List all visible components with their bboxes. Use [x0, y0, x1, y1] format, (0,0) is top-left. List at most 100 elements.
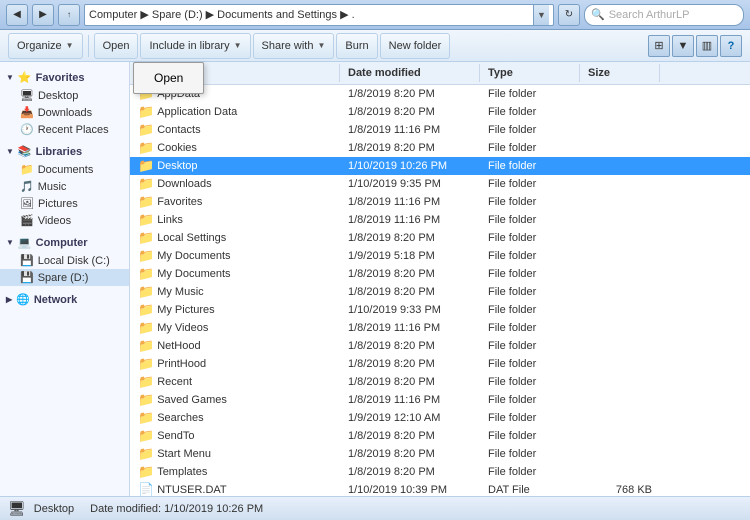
sidebar-documents-label: Documents [38, 164, 94, 176]
file-name-text: My Documents [157, 250, 230, 262]
file-cell-name: 📁 Cookies [130, 140, 340, 156]
file-name-text: Cookies [157, 142, 197, 154]
file-cell-name: 📁 Desktop [130, 158, 340, 174]
recent-places-icon: 🕐 [20, 123, 34, 136]
computer-label: Computer [36, 237, 88, 249]
sidebar-item-local-disk-c[interactable]: 💾 Local Disk (C:) [0, 252, 129, 269]
table-row[interactable]: 📁 My Documents 1/8/2019 8:20 PM File fol… [130, 265, 750, 283]
file-header: Name Date modified Type Size [130, 62, 750, 85]
network-icon: 🌐 [16, 293, 30, 306]
column-date-header[interactable]: Date modified [340, 64, 480, 82]
file-cell-date: 1/9/2019 5:18 PM [340, 250, 480, 262]
share-button[interactable]: Share with ▼ [253, 33, 335, 59]
file-cell-date: 1/8/2019 11:16 PM [340, 196, 480, 208]
table-row[interactable]: 📁 Recent 1/8/2019 8:20 PM File folder [130, 373, 750, 391]
up-button[interactable]: ↑ [58, 4, 80, 26]
sidebar-item-pictures[interactable]: 🖼 Pictures [0, 195, 129, 212]
file-cell-type: File folder [480, 214, 580, 226]
table-row[interactable]: 📁 Saved Games 1/8/2019 11:16 PM File fol… [130, 391, 750, 409]
file-name-text: SendTo [157, 430, 194, 442]
folder-icon: 📁 [138, 230, 154, 246]
help-button[interactable]: ? [720, 35, 742, 57]
table-row[interactable]: 📁 My Pictures 1/10/2019 9:33 PM File fol… [130, 301, 750, 319]
file-cell-type: File folder [480, 178, 580, 190]
column-type-header[interactable]: Type [480, 64, 580, 82]
file-cell-name: 📁 My Pictures [130, 302, 340, 318]
file-name-text: Local Settings [157, 232, 226, 244]
table-row[interactable]: 📁 My Music 1/8/2019 8:20 PM File folder [130, 283, 750, 301]
sidebar-local-disk-c-label: Local Disk (C:) [38, 255, 110, 267]
file-cell-name: 📁 My Music [130, 284, 340, 300]
organize-button[interactable]: Organize ▼ [8, 33, 83, 59]
address-dropdown[interactable]: ▼ [533, 5, 549, 25]
sidebar-item-spare-d[interactable]: 💾 Spare (D:) [0, 269, 129, 286]
back-button[interactable]: ◀ [6, 4, 28, 26]
file-cell-name: 📁 Recent [130, 374, 340, 390]
table-row[interactable]: 📁 SendTo 1/8/2019 8:20 PM File folder [130, 427, 750, 445]
table-row[interactable]: 📁 Searches 1/9/2019 12:10 AM File folder [130, 409, 750, 427]
favorites-collapse-icon: ▼ [6, 73, 14, 82]
open-button[interactable]: Open [94, 33, 139, 59]
table-row[interactable]: 📁 Favorites 1/8/2019 11:16 PM File folde… [130, 193, 750, 211]
table-row[interactable]: 📁 Templates 1/8/2019 8:20 PM File folder [130, 463, 750, 481]
spare-d-icon: 💾 [20, 271, 34, 284]
libraries-label: Libraries [36, 146, 82, 158]
file-cell-type: File folder [480, 124, 580, 136]
table-row[interactable]: 📁 Desktop 1/10/2019 10:26 PM File folder [130, 157, 750, 175]
sidebar-downloads-label: Downloads [38, 107, 92, 119]
file-cell-type: File folder [480, 268, 580, 280]
file-cell-name: 📁 My Videos [130, 320, 340, 336]
file-cell-date: 1/8/2019 8:20 PM [340, 358, 480, 370]
file-name-text: My Documents [157, 268, 230, 280]
view-dropdown-button[interactable]: ▼ [672, 35, 694, 57]
table-row[interactable]: 📁 AppData 1/8/2019 8:20 PM File folder [130, 85, 750, 103]
sidebar-item-recent-places[interactable]: 🕐 Recent Places [0, 121, 129, 138]
view-toggle-button[interactable]: ⊞ [648, 35, 670, 57]
open-popup-item[interactable]: Open [134, 67, 203, 89]
sidebar-item-music[interactable]: 🎵 Music [0, 178, 129, 195]
table-row[interactable]: 📁 My Documents 1/9/2019 5:18 PM File fol… [130, 247, 750, 265]
table-row[interactable]: 📁 Downloads 1/10/2019 9:35 PM File folde… [130, 175, 750, 193]
table-row[interactable]: 📁 Links 1/8/2019 11:16 PM File folder [130, 211, 750, 229]
videos-icon: 🎬 [20, 214, 34, 227]
desktop-icon: 🖥 [20, 89, 34, 102]
search-box[interactable]: 🔍 Search ArthurLP [584, 4, 744, 26]
new-folder-button[interactable]: New folder [380, 33, 451, 59]
table-row[interactable]: 📁 Start Menu 1/8/2019 8:20 PM File folde… [130, 445, 750, 463]
preview-pane-button[interactable]: ▥ [696, 35, 718, 57]
table-row[interactable]: 📄 NTUSER.DAT 1/10/2019 10:39 PM DAT File… [130, 481, 750, 496]
sidebar: ▼ ⭐ Favorites 🖥 Desktop 📥 Downloads 🕐 Re… [0, 62, 130, 496]
sidebar-spare-d-label: Spare (D:) [38, 272, 89, 284]
sidebar-libraries-header[interactable]: ▼ 📚 Libraries [0, 142, 129, 161]
folder-icon: 📁 [138, 140, 154, 156]
share-label: Share with [262, 40, 314, 52]
sidebar-computer-header[interactable]: ▼ 💻 Computer [0, 233, 129, 252]
sidebar-item-desktop[interactable]: 🖥 Desktop [0, 87, 129, 104]
file-cell-date: 1/10/2019 9:35 PM [340, 178, 480, 190]
refresh-button[interactable]: ↻ [558, 4, 580, 26]
table-row[interactable]: 📁 Local Settings 1/8/2019 8:20 PM File f… [130, 229, 750, 247]
file-name-text: Searches [157, 412, 203, 424]
table-row[interactable]: 📁 NetHood 1/8/2019 8:20 PM File folder [130, 337, 750, 355]
sidebar-item-documents[interactable]: 📁 Documents [0, 161, 129, 178]
burn-button[interactable]: Burn [336, 33, 377, 59]
table-row[interactable]: 📁 Application Data 1/8/2019 8:20 PM File… [130, 103, 750, 121]
folder-icon: 📁 [138, 248, 154, 264]
sidebar-item-videos[interactable]: 🎬 Videos [0, 212, 129, 229]
file-cell-name: 📁 Local Settings [130, 230, 340, 246]
sidebar-item-downloads[interactable]: 📥 Downloads [0, 104, 129, 121]
file-name-text: My Music [157, 286, 203, 298]
table-row[interactable]: 📁 My Videos 1/8/2019 11:16 PM File folde… [130, 319, 750, 337]
table-row[interactable]: 📁 Cookies 1/8/2019 8:20 PM File folder [130, 139, 750, 157]
forward-button[interactable]: ▶ [32, 4, 54, 26]
sidebar-network-header[interactable]: ▶ 🌐 Network [0, 290, 129, 309]
column-size-header[interactable]: Size [580, 64, 660, 82]
table-row[interactable]: 📁 Contacts 1/8/2019 11:16 PM File folder [130, 121, 750, 139]
file-cell-date: 1/8/2019 8:20 PM [340, 376, 480, 388]
address-bar[interactable]: Computer ▶ Spare (D:) ▶ Documents and Se… [84, 4, 554, 26]
include-library-button[interactable]: Include in library ▼ [140, 33, 250, 59]
table-row[interactable]: 📁 PrintHood 1/8/2019 8:20 PM File folder [130, 355, 750, 373]
network-label: Network [34, 294, 77, 306]
file-cell-type: DAT File [480, 484, 580, 496]
sidebar-favorites-header[interactable]: ▼ ⭐ Favorites [0, 68, 129, 87]
